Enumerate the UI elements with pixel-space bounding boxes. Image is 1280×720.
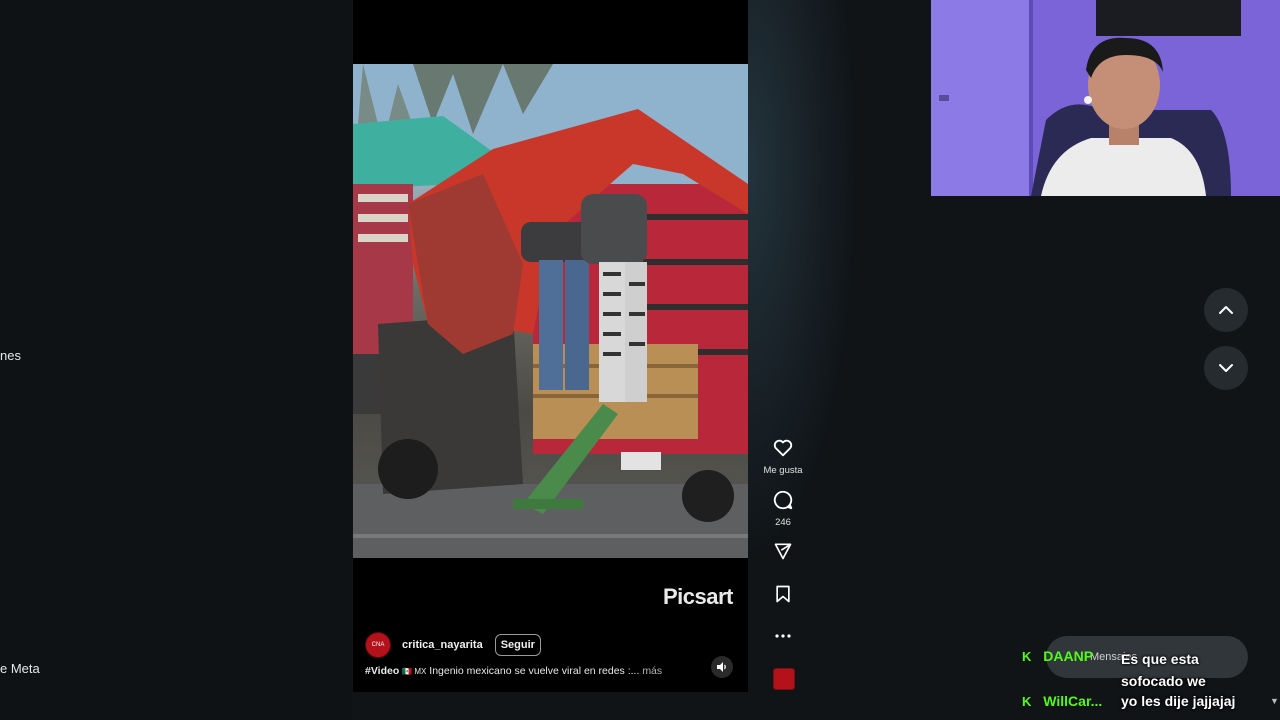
share-icon — [774, 543, 792, 560]
audio-thumbnail[interactable] — [773, 668, 795, 690]
chat-username[interactable]: WillCar... — [1043, 693, 1102, 709]
chevron-up-icon — [1219, 306, 1233, 314]
more-icon — [775, 634, 791, 638]
reel-caption: #Video 🇲🇽 MX Ingenio mexicano se vuelve … — [365, 665, 662, 677]
kick-icon: K — [1022, 649, 1032, 664]
chat-message-text: yo les dije jajjajaj — [1121, 693, 1236, 709]
caption-more-link[interactable]: más — [642, 665, 662, 677]
like-button[interactable]: Me gusta — [760, 437, 806, 476]
picsart-watermark: Picsart — [663, 584, 733, 609]
chat-message: K WillCar... — [1022, 693, 1102, 709]
comment-count: 246 — [775, 517, 791, 528]
chevron-down-icon — [1219, 364, 1233, 372]
reel-player[interactable]: Picsart CNA critica_nayarita Seguir #Vid… — [353, 0, 748, 692]
scroll-down-arrow[interactable]: ▼ — [1270, 696, 1279, 706]
more-options-button[interactable] — [760, 626, 806, 651]
sidebar-item-partial[interactable]: nes — [0, 348, 21, 363]
chat-username[interactable]: DAANP — [1043, 648, 1093, 664]
chat-message-text: Es que esta sofocado we — [1121, 651, 1206, 689]
comment-button[interactable]: 246 — [760, 489, 806, 528]
chat-message: K DAANP — [1022, 648, 1093, 664]
comment-icon — [773, 490, 793, 510]
webcam-overlay — [931, 0, 1280, 196]
save-button[interactable] — [760, 583, 806, 610]
video-frame — [353, 64, 748, 558]
caption-hashtag[interactable]: #Video — [365, 665, 399, 677]
author-username[interactable]: critica_nayarita — [402, 639, 483, 651]
share-button[interactable] — [760, 541, 806, 566]
reel-video[interactable] — [353, 64, 748, 558]
kick-icon: K — [1022, 694, 1032, 709]
like-label: Me gusta — [763, 465, 803, 476]
bookmark-icon — [776, 585, 790, 603]
speaker-icon — [717, 662, 726, 672]
author-row: CNA critica_nayarita Seguir — [365, 632, 541, 658]
heart-icon — [773, 439, 793, 457]
mute-button[interactable] — [711, 656, 733, 678]
follow-button[interactable]: Seguir — [494, 634, 541, 656]
previous-reel-button[interactable] — [1204, 288, 1248, 332]
avatar-text: CNA — [371, 642, 385, 648]
sidebar-item-meta[interactable]: e Meta — [0, 661, 40, 676]
next-reel-button[interactable] — [1204, 346, 1248, 390]
left-sidebar: nes e Meta — [0, 0, 352, 720]
caption-flags: 🇲🇽 MX — [402, 667, 427, 676]
webcam-feed — [931, 0, 1280, 196]
ambient-glow — [748, 0, 858, 560]
caption-text: Ingenio mexicano se vuelve viral en rede… — [426, 665, 640, 677]
avatar[interactable]: CNA — [365, 632, 391, 658]
